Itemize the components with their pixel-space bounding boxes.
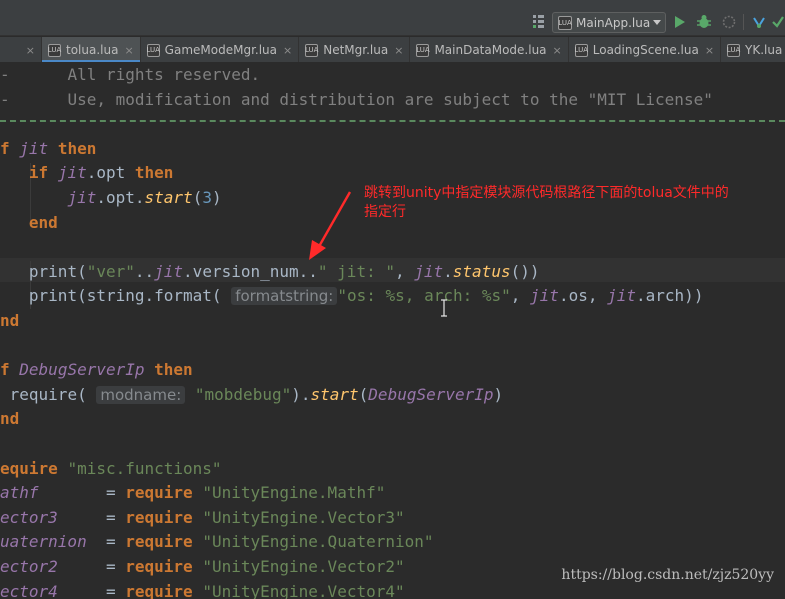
debug-icon[interactable] [696,14,712,30]
lua-file-icon: LUA [146,43,160,57]
run-configuration-label: MainApp.lua [576,15,651,30]
lua-file-icon: LUA [558,15,572,30]
code-line-6: jit.opt.start(3) [67,188,222,207]
code-line-2: - Use, modification and distribution are… [0,89,713,109]
tab-label: YK.lua [745,43,783,57]
code-line-17: equire "misc.functions" [0,458,222,478]
tab-label: NetMgr.lua [323,43,389,57]
close-icon[interactable]: × [394,44,403,57]
annotation-line-2: 指定行 [364,204,406,220]
run-configuration-select[interactable]: LUA MainApp.lua [552,12,666,33]
code-line-10: print(string.format( formatstring: "os: %… [28,286,704,306]
build-config-icon[interactable] [531,14,547,30]
comment-separator-line [0,120,785,122]
vcs-commit-icon[interactable] [770,14,785,30]
close-icon[interactable]: × [26,44,35,57]
chevron-down-icon [653,20,661,25]
lua-file-icon: LUA [305,43,318,57]
parameter-hint: formatstring: [231,287,338,306]
tab-yk[interactable]: LUA YK.lua × [721,37,785,62]
close-icon[interactable]: × [705,44,714,57]
lua-file-icon: LUA [727,43,740,57]
tab-partial-hidden[interactable]: × [0,37,42,62]
tab-tolua[interactable]: LUA tolua.lua × [42,37,141,62]
code-editor[interactable]: - All rights reserved. - Use, modificati… [0,63,785,599]
lua-file-icon: LUA [416,43,430,57]
tab-loadingscene[interactable]: LUA LoadingScene.lua × [569,37,722,62]
lua-file-icon: LUA [48,43,61,57]
code-line-14: require( modname: "mobdebug").start(Debu… [9,384,504,404]
code-line-19: ector3 = require "UnityEngine.Vector3" [0,507,405,527]
code-line-15: nd [0,409,20,429]
close-icon[interactable]: × [124,44,133,57]
tab-gamemodemgr[interactable]: LUA GameModeMgr.lua × [141,37,300,62]
code-line-1: - All rights reserved. [0,65,261,84]
code-line-20: uaternion = require "UnityEngine.Quatern… [0,532,434,552]
text-cursor-icon [440,299,448,317]
coverage-icon[interactable] [721,14,737,30]
code-line-13: f DebugServerIp then [0,360,193,380]
code-line-4: f jit then [0,138,97,158]
close-icon[interactable]: × [553,44,562,57]
code-line-11: nd [0,311,20,330]
code-line-9: print("ver"..jit.version_num.." jit: ", … [28,261,540,281]
watermark: https://blog.csdn.net/zjz520yy [561,567,774,583]
annotation-line-1: 跳转到unity中指定模块源代码根路径下面的tolua文件中的 [364,185,729,201]
code-line-22: ector4 = require "UnityEngine.Vector4" [0,581,405,599]
toolbar-separator [743,14,744,30]
tab-maindatamode[interactable]: LUA MainDataMode.lua × [410,37,569,62]
menu-bar[interactable] [0,0,785,8]
code-line-7: end [28,212,58,232]
tab-netmgr[interactable]: LUA NetMgr.lua × [299,37,411,62]
close-icon[interactable]: × [283,44,292,57]
annotation-text: 跳转到unity中指定模块源代码根路径下面的tolua文件中的 指定行 [364,184,774,222]
code-line-18: athf = require "UnityEngine.Mathf" [0,483,386,503]
annotation-arrow-icon [309,191,352,260]
toolbar: LUA MainApp.lua [0,8,785,36]
run-icon[interactable] [672,14,688,30]
vcs-update-icon[interactable] [751,14,767,30]
editor-tab-bar: × LUA tolua.lua × LUA GameModeMgr.lua × … [0,37,785,63]
tab-label: LoadingScene.lua [592,43,699,57]
tab-label: GameModeMgr.lua [164,43,278,57]
parameter-hint: modname: [96,385,186,404]
lua-file-icon: LUA [575,43,588,57]
code-line-21: ector2 = require "UnityEngine.Vector2" [0,557,405,576]
code-line-5: if jit.opt then [28,163,174,183]
tab-label: MainDataMode.lua [434,43,547,57]
tab-label: tolua.lua [66,43,119,57]
